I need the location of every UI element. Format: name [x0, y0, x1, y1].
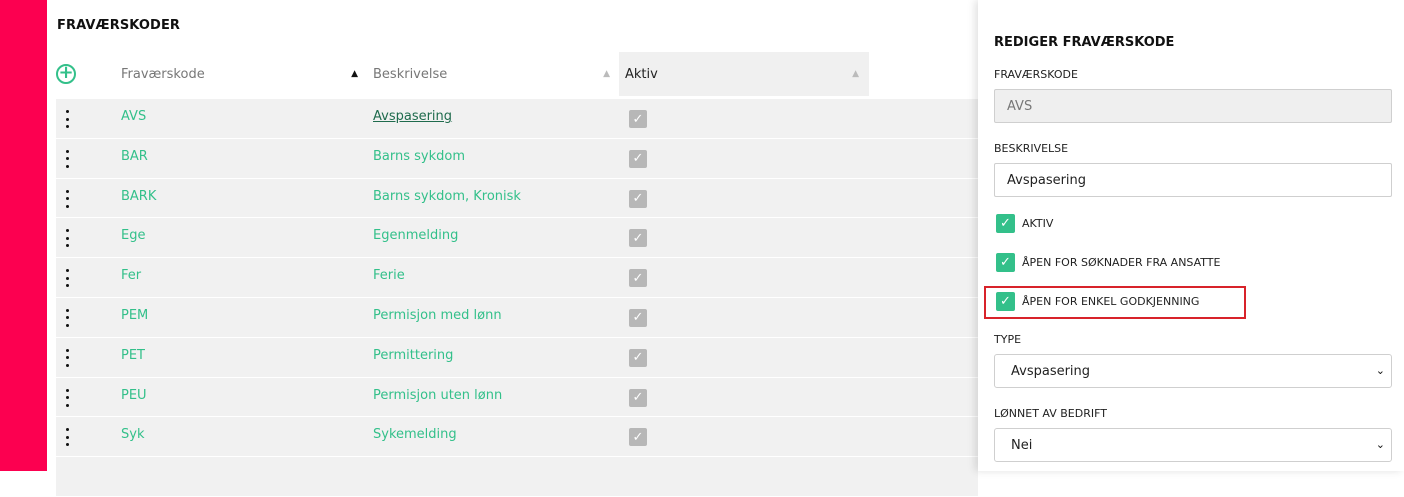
- description-field[interactable]: Avspasering: [994, 163, 1392, 197]
- row-code[interactable]: Syk: [121, 427, 144, 442]
- type-select-value: Avspasering: [1011, 363, 1091, 379]
- open-applications-checkbox-label: ÅPEN FOR SØKNADER FRA ANSATTE: [1022, 256, 1221, 269]
- row-menu-icon[interactable]: [64, 428, 70, 447]
- row-description[interactable]: Egenmelding: [373, 228, 458, 243]
- sort-ascending-icon: ▲: [351, 69, 358, 79]
- table-row[interactable]: Syk Sykemelding ✓: [56, 417, 978, 458]
- row-active-checkbox: ✓: [629, 348, 647, 367]
- column-header-code-label: Fraværskode: [121, 66, 205, 82]
- table-row[interactable]: AVS Avspasering ✓: [56, 99, 978, 139]
- row-code[interactable]: PEU: [121, 388, 147, 403]
- open-simple-approval-checkbox-label: ÅPEN FOR ENKEL GODKJENNING: [1022, 295, 1200, 308]
- row-description[interactable]: Barns sykdom: [373, 149, 465, 164]
- column-header-active[interactable]: Aktiv ▲: [619, 52, 869, 96]
- paid-select[interactable]: Nei ⌄: [994, 428, 1392, 462]
- row-active-checkbox: ✓: [629, 110, 647, 128]
- sort-icon: ▲: [852, 69, 859, 79]
- table-row[interactable]: Fer Ferie ✓: [56, 258, 978, 298]
- column-header-description-label: Beskrivelse: [373, 66, 448, 82]
- table-row[interactable]: PEU Permisjon uten lønn ✓: [56, 377, 978, 418]
- table-row-partial[interactable]: [56, 457, 978, 497]
- row-description[interactable]: Ferie: [373, 268, 405, 283]
- page-title: FRAVÆRSKODER: [57, 18, 181, 33]
- table-body: AVS Avspasering ✓ BAR Barns sykdom ✓ BAR…: [56, 99, 978, 497]
- row-description[interactable]: Permittering: [373, 348, 453, 363]
- edit-panel: REDIGER FRAVÆRSKODE FRAVÆRSKODE AVS BESK…: [978, 0, 1404, 471]
- main-content: FRAVÆRSKODER + Fraværskode ▲ Beskrivelse…: [47, 0, 978, 497]
- row-active-checkbox: ✓: [629, 229, 647, 248]
- row-menu-icon[interactable]: [64, 388, 70, 407]
- check-icon[interactable]: ✓: [996, 292, 1015, 311]
- paid-field-label: LØNNET AV BEDRIFT: [994, 407, 1107, 420]
- brand-sidebar: [0, 0, 47, 471]
- row-menu-icon[interactable]: [64, 269, 70, 288]
- column-header-description[interactable]: Beskrivelse ▲: [373, 52, 610, 96]
- row-code[interactable]: PET: [121, 348, 145, 363]
- paid-select-value: Nei: [1011, 437, 1033, 453]
- row-code[interactable]: AVS: [121, 109, 146, 124]
- table-row[interactable]: Ege Egenmelding ✓: [56, 218, 978, 259]
- type-field-label: TYPE: [994, 333, 1022, 346]
- type-select[interactable]: Avspasering ⌄: [994, 354, 1392, 388]
- column-header-code[interactable]: Fraværskode ▲: [121, 52, 358, 96]
- chevron-down-icon: ⌄: [1375, 364, 1385, 377]
- row-active-checkbox: ✓: [629, 149, 647, 168]
- panel-title: REDIGER FRAVÆRSKODE: [994, 35, 1175, 50]
- open-simple-approval-checkbox-row[interactable]: ✓ ÅPEN FOR ENKEL GODKJENNING: [996, 292, 1199, 311]
- row-description[interactable]: Sykemelding: [373, 427, 457, 442]
- row-active-checkbox: ✓: [629, 388, 647, 407]
- check-icon[interactable]: ✓: [996, 253, 1015, 272]
- code-field: AVS: [994, 89, 1392, 123]
- chevron-down-icon: ⌄: [1375, 438, 1385, 451]
- active-checkbox-row[interactable]: ✓ AKTIV: [996, 214, 1053, 233]
- row-active-checkbox: ✓: [629, 269, 647, 288]
- row-description[interactable]: Permisjon uten lønn: [373, 388, 502, 403]
- row-code[interactable]: PEM: [121, 308, 148, 323]
- sort-icon: ▲: [603, 69, 610, 79]
- row-code[interactable]: Fer: [121, 268, 141, 283]
- table-row[interactable]: PEM Permisjon med lønn ✓: [56, 297, 978, 338]
- row-menu-icon[interactable]: [64, 149, 70, 168]
- row-description[interactable]: Barns sykdom, Kronisk: [373, 189, 521, 204]
- row-menu-icon[interactable]: [64, 110, 70, 128]
- description-field-label: BESKRIVELSE: [994, 142, 1069, 155]
- column-header-active-label: Aktiv: [625, 66, 658, 82]
- row-menu-icon[interactable]: [64, 229, 70, 248]
- row-active-checkbox: ✓: [629, 428, 647, 447]
- row-code[interactable]: BARK: [121, 189, 156, 204]
- row-active-checkbox: ✓: [629, 189, 647, 208]
- row-description[interactable]: Permisjon med lønn: [373, 308, 502, 323]
- active-checkbox-label: AKTIV: [1022, 217, 1054, 230]
- add-code-button[interactable]: +: [56, 64, 76, 84]
- row-code[interactable]: Ege: [121, 228, 145, 243]
- row-active-checkbox: ✓: [629, 308, 647, 327]
- plus-icon: +: [58, 62, 74, 83]
- table-row[interactable]: BARK Barns sykdom, Kronisk ✓: [56, 178, 978, 219]
- check-icon[interactable]: ✓: [996, 214, 1015, 233]
- table-row[interactable]: PET Permittering ✓: [56, 337, 978, 378]
- table-header: + Fraværskode ▲ Beskrivelse ▲ Aktiv ▲: [47, 52, 978, 96]
- row-menu-icon[interactable]: [64, 348, 70, 367]
- row-menu-icon[interactable]: [64, 308, 70, 327]
- table-row[interactable]: BAR Barns sykdom ✓: [56, 138, 978, 179]
- code-field-label: FRAVÆRSKODE: [994, 68, 1078, 81]
- open-applications-checkbox-row[interactable]: ✓ ÅPEN FOR SØKNADER FRA ANSATTE: [996, 253, 1220, 272]
- row-code[interactable]: BAR: [121, 149, 148, 164]
- row-description[interactable]: Avspasering: [373, 109, 452, 124]
- row-menu-icon[interactable]: [64, 189, 70, 208]
